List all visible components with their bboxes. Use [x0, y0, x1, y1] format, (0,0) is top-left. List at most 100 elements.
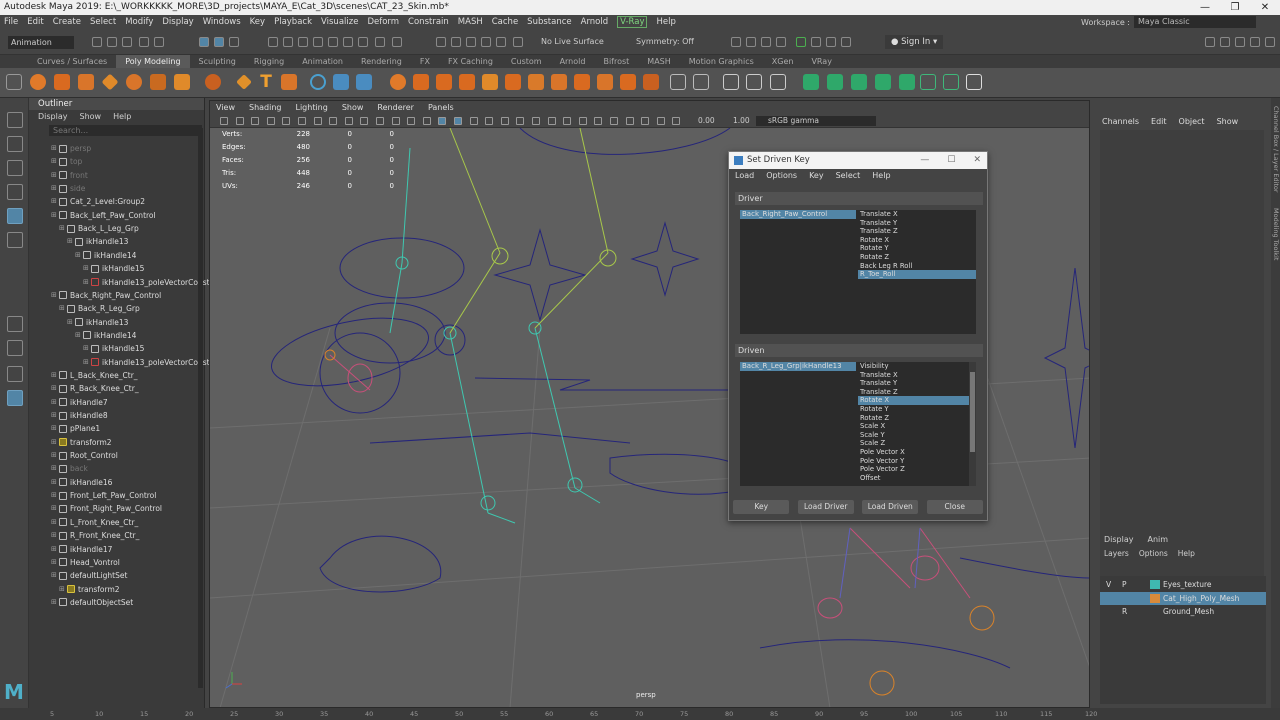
driver-attribute-item[interactable]: Rotate Y [858, 244, 976, 253]
driven-attribute-item[interactable]: Pole Vector Z [858, 465, 976, 474]
shelf-tab-animation[interactable]: Animation [293, 55, 352, 68]
menu-select[interactable]: Select [90, 17, 116, 27]
sculpt-icon[interactable] [310, 74, 326, 90]
shelf-tab-arnold[interactable]: Arnold [551, 55, 595, 68]
menu-constrain[interactable]: Constrain [408, 17, 449, 27]
select-by-hierarchy-icon[interactable] [199, 37, 209, 47]
paint-select-tool-icon[interactable] [7, 160, 23, 176]
expand-toggle-icon[interactable]: ⊞ [51, 436, 59, 449]
ambient-occlusion-icon[interactable] [532, 117, 540, 125]
snap-center-icon[interactable] [343, 37, 353, 47]
multi-cut-icon[interactable] [670, 74, 686, 90]
redo-icon[interactable] [154, 37, 164, 47]
extrude-icon[interactable] [574, 74, 590, 90]
expand-toggle-icon[interactable]: ⊞ [51, 502, 59, 515]
outliner-item[interactable]: ⊞ Front_Right_Paw_Control [51, 502, 162, 515]
outliner-menu-display[interactable]: Display [38, 110, 68, 123]
platonic-solid-icon[interactable] [205, 74, 221, 90]
construction-history-icon[interactable] [481, 37, 491, 47]
lock-camera-icon[interactable] [235, 117, 244, 125]
extract-icon[interactable] [505, 74, 521, 90]
uv-editor-icon[interactable] [803, 74, 819, 90]
expand-toggle-icon[interactable]: ⊞ [51, 516, 59, 529]
channel-box-menu-channels[interactable]: Channels [1102, 116, 1139, 128]
grease-pencil-icon[interactable] [313, 117, 322, 125]
expand-toggle-icon[interactable]: ⊞ [59, 302, 67, 315]
layer-menu-layers[interactable]: Layers [1104, 548, 1129, 560]
menu-set-dropdown[interactable]: Animation [8, 36, 74, 49]
shelf-tab-vray[interactable]: VRay [802, 55, 841, 68]
viewport-menu-view[interactable]: View [216, 101, 235, 114]
expand-toggle-icon[interactable]: ⊞ [51, 422, 59, 435]
outliner-item[interactable]: ⊞ ikHandle13_poleVectorConstr [83, 356, 213, 369]
menu-display[interactable]: Display [162, 17, 193, 27]
sign-in-button[interactable]: ● Sign In ▾ [885, 35, 944, 49]
expand-toggle-icon[interactable]: ⊞ [51, 476, 59, 489]
expand-toggle-icon[interactable]: ⊞ [75, 329, 83, 342]
output-ops-icon[interactable] [466, 37, 476, 47]
expand-toggle-icon[interactable]: ⊞ [83, 262, 91, 275]
resolution-gate-icon[interactable] [360, 117, 369, 125]
expand-toggle-icon[interactable]: ⊞ [51, 449, 59, 462]
expand-toggle-icon[interactable]: ⊞ [75, 249, 83, 262]
menu-cache[interactable]: Cache [492, 17, 518, 27]
render-view-icon[interactable] [731, 37, 741, 47]
menu-file[interactable]: File [4, 17, 18, 27]
save-scene-icon[interactable] [122, 37, 132, 47]
super-shape-icon[interactable] [236, 74, 252, 90]
shadows-icon[interactable] [516, 117, 525, 125]
dialog-close-icon[interactable]: ✕ [973, 152, 981, 169]
channel-box-menu-edit[interactable]: Edit [1151, 116, 1167, 128]
boolean-union-icon[interactable] [413, 74, 429, 90]
expand-toggle-icon[interactable]: ⊞ [51, 396, 59, 409]
rotate-tool-icon[interactable] [7, 208, 23, 224]
target-weld-icon[interactable] [693, 74, 709, 90]
dialog-menu-select[interactable]: Select [836, 169, 861, 183]
expand-toggle-icon[interactable]: ⊞ [51, 462, 59, 475]
layer-menu-options[interactable]: Options [1139, 548, 1168, 560]
color-space-dropdown[interactable]: sRGB gamma [756, 116, 876, 126]
mirror-icon[interactable] [482, 74, 498, 90]
driver-attribute-item[interactable]: Rotate X [858, 236, 976, 245]
xray-icon[interactable] [610, 117, 618, 125]
exposure-value[interactable]: 0.00 [698, 116, 715, 125]
two-d-pan-icon[interactable] [298, 117, 306, 125]
snap-view-plane-icon[interactable] [313, 37, 323, 47]
layer-tab-display[interactable]: Display [1104, 534, 1134, 546]
key-button[interactable]: Key [733, 500, 790, 514]
outliner-item[interactable]: ⊞ ikHandle13 [67, 316, 128, 329]
expand-toggle-icon[interactable]: ⊞ [51, 182, 59, 195]
ui-texture-icon[interactable] [656, 117, 665, 125]
separate-icon[interactable] [356, 74, 372, 90]
select-tool-icon[interactable] [7, 112, 23, 128]
lock-icon[interactable] [392, 37, 402, 47]
menu-deform[interactable]: Deform [367, 17, 399, 27]
driven-attribute-item[interactable]: Rotate Y [858, 405, 976, 414]
layer-color-swatch[interactable] [1150, 593, 1160, 603]
shelf-tab-motion-graphics[interactable]: Motion Graphics [680, 55, 763, 68]
minimize-icon[interactable]: — [1190, 0, 1220, 15]
close-button[interactable]: Close [926, 500, 983, 514]
menu-edit[interactable]: Edit [27, 17, 43, 27]
outliner-item[interactable]: ⊞ transform2 [51, 436, 112, 449]
dialog-minimize-icon[interactable]: — [920, 152, 929, 169]
outliner-menu-help[interactable]: Help [113, 110, 131, 123]
outliner-item[interactable]: ⊞ ikHandle14 [75, 249, 136, 262]
driven-attribute-item[interactable]: Translate X [858, 371, 976, 380]
render-settings-icon[interactable] [776, 37, 786, 47]
snap-vertex-icon[interactable] [375, 37, 385, 47]
outliner-item[interactable]: ⊞ ikHandle15 [83, 262, 144, 275]
camera-attributes-icon[interactable] [251, 117, 260, 125]
poly-cube-icon[interactable] [54, 74, 70, 90]
depth-of-field-icon[interactable] [578, 117, 587, 125]
shelf-tab-custom[interactable]: Custom [502, 55, 551, 68]
stop-render-icon[interactable] [826, 37, 836, 47]
menu-key[interactable]: Key [250, 17, 265, 27]
poly-sphere-icon[interactable] [30, 74, 46, 90]
slide-edge-icon[interactable] [770, 74, 786, 90]
outliner-item[interactable]: ⊞ transform2 [59, 583, 120, 596]
input-ops-icon[interactable] [451, 37, 461, 47]
outliner-item[interactable]: ⊞ ikHandle13_poleVectorConstr [83, 276, 213, 289]
outliner-item[interactable]: ⊞ side [51, 182, 85, 195]
driven-section-header[interactable]: Driven [735, 344, 983, 357]
